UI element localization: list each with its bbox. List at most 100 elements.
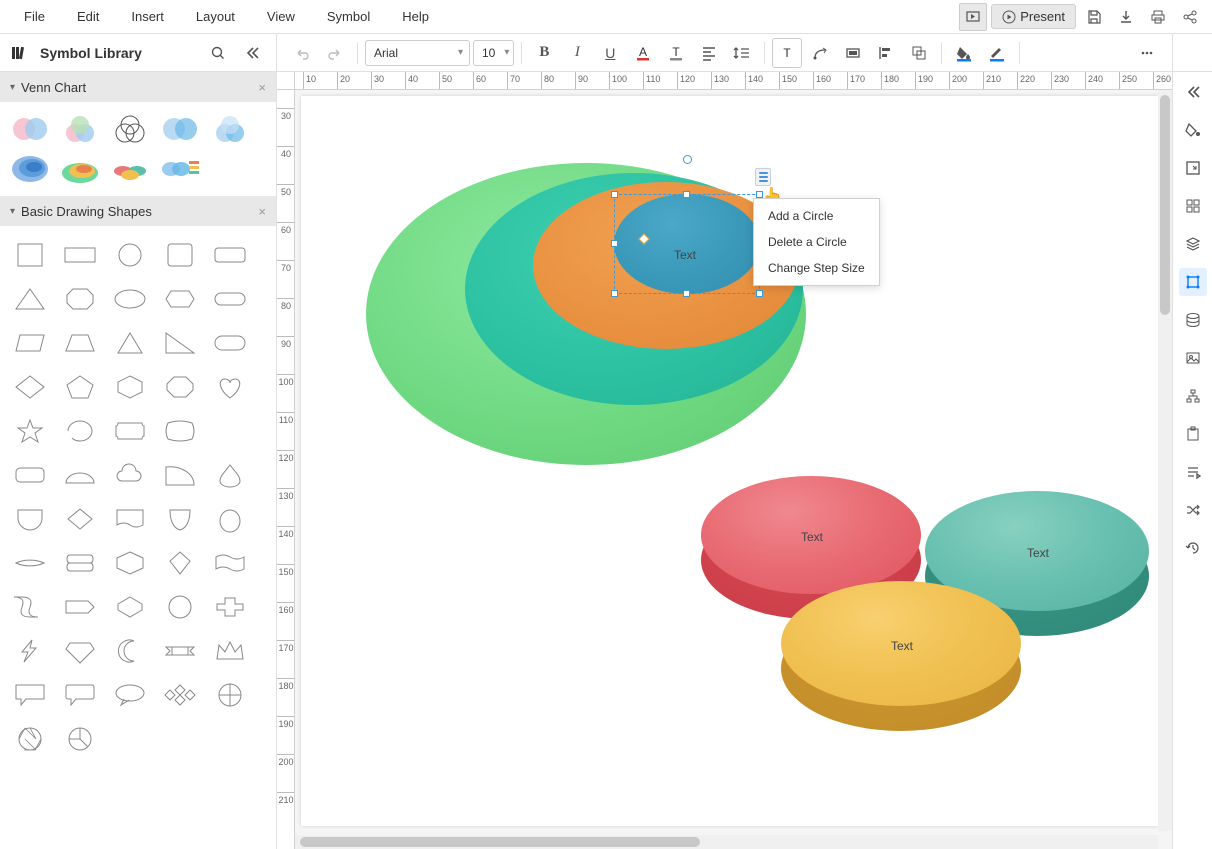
shape-pill[interactable] <box>206 278 254 320</box>
shape-rectangle[interactable] <box>56 234 104 276</box>
ctx-add-circle[interactable]: Add a Circle <box>754 203 879 229</box>
shape-cushion[interactable] <box>156 410 204 452</box>
share-icon[interactable] <box>1176 3 1204 31</box>
shape-hexagon2[interactable] <box>106 366 154 408</box>
search-library-icon[interactable] <box>204 39 232 67</box>
shape-s-curve[interactable] <box>6 586 54 628</box>
venn-shape-3[interactable] <box>106 110 154 148</box>
shape-rounded-rect[interactable] <box>206 234 254 276</box>
rotation-handle[interactable] <box>683 155 692 164</box>
underline-button[interactable]: U <box>595 38 625 68</box>
shape-style-button[interactable] <box>838 38 868 68</box>
ctx-delete-circle[interactable]: Delete a Circle <box>754 229 879 255</box>
shape-speech-rect[interactable] <box>6 674 54 716</box>
history-panel-icon[interactable] <box>1179 534 1207 562</box>
shape-decagon[interactable] <box>156 586 204 628</box>
shuffle-panel-icon[interactable] <box>1179 496 1207 524</box>
menu-edit[interactable]: Edit <box>61 3 115 30</box>
connector-button[interactable] <box>805 38 835 68</box>
tree-panel-icon[interactable] <box>1179 382 1207 410</box>
shape-triangle2[interactable] <box>106 322 154 364</box>
align-objects-button[interactable] <box>871 38 901 68</box>
image-panel-icon[interactable] <box>1179 344 1207 372</box>
venn-shape-9[interactable] <box>156 150 204 188</box>
canvas-area[interactable]: 1020304050607080901001101201301401501601… <box>277 72 1172 849</box>
menu-help[interactable]: Help <box>386 3 445 30</box>
shape-rounded-square[interactable] <box>156 234 204 276</box>
shape-lens[interactable] <box>6 542 54 584</box>
close-icon[interactable]: × <box>258 80 266 95</box>
ctx-change-step[interactable]: Change Step Size <box>754 255 879 281</box>
expand-rightbar-icon[interactable] <box>1179 78 1207 106</box>
data-panel-icon[interactable] <box>1179 306 1207 334</box>
save-icon[interactable] <box>1080 3 1108 31</box>
shape-document[interactable] <box>106 498 154 540</box>
redo-button[interactable] <box>320 38 350 68</box>
shape-right-triangle[interactable] <box>156 322 204 364</box>
line-spacing-button[interactable] <box>727 38 757 68</box>
shape-speech-ellipse[interactable] <box>106 674 154 716</box>
scrollbar-vertical[interactable] <box>1158 90 1172 831</box>
shape-shield2[interactable] <box>156 498 204 540</box>
shape-moon[interactable] <box>106 630 154 672</box>
shape-wave[interactable] <box>206 542 254 584</box>
shape-egg[interactable] <box>206 498 254 540</box>
shape-triangle[interactable] <box>6 278 54 320</box>
shape-drop[interactable] <box>56 410 104 452</box>
venn-shape-5[interactable] <box>206 110 254 148</box>
shape-cloud[interactable] <box>106 454 154 496</box>
download-icon[interactable] <box>1112 3 1140 31</box>
font-family-select[interactable]: Arial <box>365 40 470 66</box>
shape-plus[interactable] <box>206 586 254 628</box>
shape-teardrop[interactable] <box>206 454 254 496</box>
shape-hexagon[interactable] <box>156 278 204 320</box>
shape-blank[interactable] <box>206 410 254 452</box>
shape-arrow-pentagon[interactable] <box>56 586 104 628</box>
venn-shape-4[interactable] <box>156 110 204 148</box>
panel-shapes-header[interactable]: Basic Drawing Shapes × <box>0 196 276 226</box>
shape-speech-round[interactable] <box>56 674 104 716</box>
shape-kite[interactable] <box>156 542 204 584</box>
shape-pentagon[interactable] <box>56 366 104 408</box>
menu-file[interactable]: File <box>8 3 61 30</box>
shape-circle[interactable] <box>106 234 154 276</box>
venn-shape-2[interactable] <box>56 110 104 148</box>
clipboard-panel-icon[interactable] <box>1179 420 1207 448</box>
shape-parallelogram[interactable] <box>6 322 54 364</box>
venn-shape-1[interactable] <box>6 110 54 148</box>
line-color-button[interactable] <box>982 38 1012 68</box>
shape-plaque[interactable] <box>106 410 154 452</box>
action-handle[interactable] <box>755 168 771 186</box>
menu-view[interactable]: View <box>251 3 311 30</box>
italic-button[interactable]: I <box>562 38 592 68</box>
shape-grid-circle[interactable] <box>206 674 254 716</box>
shape-aperture[interactable] <box>6 718 54 760</box>
export-panel-icon[interactable] <box>1179 154 1207 182</box>
align-button[interactable] <box>694 38 724 68</box>
shape-gem[interactable] <box>56 630 104 672</box>
venn-shape-8[interactable] <box>106 150 154 188</box>
shape-square[interactable] <box>6 234 54 276</box>
shape-stadium[interactable] <box>206 322 254 364</box>
shape-heart[interactable] <box>206 366 254 408</box>
group-button[interactable] <box>904 38 934 68</box>
shape-ellipse[interactable] <box>106 278 154 320</box>
shape-diamond2[interactable] <box>56 498 104 540</box>
undo-button[interactable] <box>287 38 317 68</box>
shape-quarter[interactable] <box>156 454 204 496</box>
shape-hexagon3[interactable] <box>106 542 154 584</box>
venn-shape-6[interactable] <box>6 150 54 188</box>
shape-arch[interactable] <box>56 454 104 496</box>
shape-octagon[interactable] <box>56 278 104 320</box>
canvas[interactable]: Text 👆 Add a Circle <box>301 96 1159 826</box>
shape-4diamond[interactable] <box>156 674 204 716</box>
shape-trapezoid[interactable] <box>56 322 104 364</box>
highlight-button[interactable]: T <box>661 38 691 68</box>
shape-lightning[interactable] <box>6 630 54 672</box>
print-icon[interactable] <box>1144 3 1172 31</box>
more-button[interactable] <box>1132 38 1162 68</box>
shape-crown[interactable] <box>206 630 254 672</box>
menu-layout[interactable]: Layout <box>180 3 251 30</box>
scrollbar-horizontal[interactable] <box>295 835 1158 849</box>
paragraph-panel-icon[interactable] <box>1179 458 1207 486</box>
